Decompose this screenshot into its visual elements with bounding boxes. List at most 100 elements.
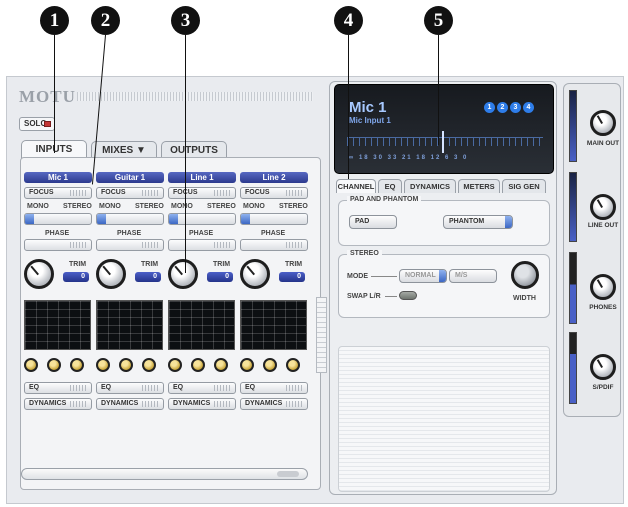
eq-knob-3[interactable] bbox=[142, 358, 156, 372]
mono-stereo-switch[interactable] bbox=[96, 213, 164, 225]
lcd-badge-2: 2 bbox=[497, 102, 508, 113]
focus-button[interactable]: FOCUS bbox=[240, 187, 308, 199]
callout-1: 1 bbox=[40, 6, 69, 35]
callout-4-leader bbox=[348, 35, 349, 179]
dynamics-label: DYNAMICS bbox=[245, 400, 283, 407]
spdif-knob[interactable] bbox=[590, 354, 616, 380]
line-out-knob[interactable] bbox=[590, 194, 616, 220]
focus-label: FOCUS bbox=[245, 189, 270, 196]
channel-name[interactable]: Line 1 bbox=[168, 172, 236, 183]
dynamics-button[interactable]: DYNAMICS bbox=[240, 398, 308, 410]
focus-button[interactable]: FOCUS bbox=[24, 187, 92, 199]
tab-meters[interactable]: METERS bbox=[458, 179, 500, 193]
swap-connector bbox=[385, 296, 397, 297]
channel-strip: Line 2 FOCUS MONO STEREO PHASE TRIM 0 EQ… bbox=[237, 158, 310, 491]
dynamics-button[interactable]: DYNAMICS bbox=[24, 398, 92, 410]
callout-5: 5 bbox=[424, 6, 453, 35]
eq-knob-1[interactable] bbox=[240, 358, 254, 372]
phantom-indicator bbox=[505, 216, 512, 228]
channel-name[interactable]: Guitar 1 bbox=[96, 172, 164, 183]
swap-lr-toggle[interactable] bbox=[399, 291, 417, 300]
phase-label: PHASE bbox=[189, 230, 214, 237]
swap-lr-label: SWAP L/R bbox=[347, 293, 381, 300]
normal-indicator bbox=[439, 270, 446, 282]
eq-button[interactable]: EQ bbox=[240, 382, 308, 394]
tab-dynamics[interactable]: DYNAMICS bbox=[404, 179, 456, 193]
trim-knob[interactable] bbox=[24, 259, 54, 289]
dynamics-button[interactable]: DYNAMICS bbox=[96, 398, 164, 410]
eq-knob-3[interactable] bbox=[214, 358, 228, 372]
callout-5-leader bbox=[438, 35, 439, 145]
tab-sig-gen[interactable]: SIG GEN bbox=[502, 179, 546, 193]
lcd-badge-1: 1 bbox=[484, 102, 495, 113]
channel-strip: Guitar 1 FOCUS MONO STEREO PHASE TRIM 0 … bbox=[93, 158, 166, 491]
eq-knob-2[interactable] bbox=[119, 358, 133, 372]
mono-stereo-switch[interactable] bbox=[24, 213, 92, 225]
main-out-knob[interactable] bbox=[590, 110, 616, 136]
dynamics-button[interactable]: DYNAMICS bbox=[168, 398, 236, 410]
trim-value: 0 bbox=[207, 272, 233, 282]
eq-knob-3[interactable] bbox=[70, 358, 84, 372]
stereo-label: STEREO bbox=[279, 203, 308, 210]
phase-button[interactable] bbox=[240, 239, 308, 251]
channel-strip: Mic 1 FOCUS MONO STEREO PHASE TRIM 0 EQ … bbox=[21, 158, 94, 491]
mode-normal-button[interactable]: NORMAL bbox=[399, 269, 447, 283]
mode-ms-button[interactable]: M/S bbox=[449, 269, 497, 283]
eq-knob-1[interactable] bbox=[96, 358, 110, 372]
stereo-label: STEREO bbox=[207, 203, 236, 210]
level-indicator-strip bbox=[316, 297, 327, 373]
trim-knob[interactable] bbox=[168, 259, 198, 289]
eq-knob-2[interactable] bbox=[47, 358, 61, 372]
channel-name[interactable]: Mic 1 bbox=[24, 172, 92, 183]
width-knob[interactable] bbox=[511, 261, 539, 289]
trim-knob[interactable] bbox=[240, 259, 270, 289]
eq-knob-1[interactable] bbox=[24, 358, 38, 372]
eq-button[interactable]: EQ bbox=[24, 382, 92, 394]
normal-label: NORMAL bbox=[405, 272, 436, 279]
pad-button[interactable]: PAD bbox=[349, 215, 397, 229]
callout-4: 4 bbox=[334, 6, 363, 35]
eq-label: EQ bbox=[173, 384, 184, 391]
eq-knob-2[interactable] bbox=[191, 358, 205, 372]
mono-label: MONO bbox=[27, 203, 49, 210]
trim-value: 0 bbox=[135, 272, 161, 282]
pad-phantom-title: PAD AND PHANTOM bbox=[347, 196, 422, 203]
tab-channel[interactable]: CHANNEL bbox=[336, 179, 376, 193]
eq-button[interactable]: EQ bbox=[168, 382, 236, 394]
channel-detail-panel: Mic 1 Mic Input 1 1 2 3 4 ∞ 18 30 33 21 … bbox=[329, 81, 557, 495]
header-divider bbox=[77, 92, 313, 101]
channel-name[interactable]: Line 2 bbox=[240, 172, 308, 183]
phantom-button[interactable]: PHANTOM bbox=[443, 215, 513, 229]
focus-button[interactable]: FOCUS bbox=[168, 187, 236, 199]
eq-label: EQ bbox=[101, 384, 112, 391]
eq-button[interactable]: EQ bbox=[96, 382, 164, 394]
eq-knob-1[interactable] bbox=[168, 358, 182, 372]
mono-stereo-switch[interactable] bbox=[168, 213, 236, 225]
dynamics-label: DYNAMICS bbox=[29, 400, 67, 407]
phase-button[interactable] bbox=[168, 239, 236, 251]
phase-button[interactable] bbox=[24, 239, 92, 251]
tab-eq[interactable]: EQ bbox=[378, 179, 402, 193]
lcd-input-name: Mic Input 1 bbox=[349, 116, 391, 125]
spdif-meter bbox=[569, 332, 577, 404]
mode-label: MODE bbox=[347, 273, 368, 280]
solo-button[interactable]: SOLO bbox=[19, 117, 55, 131]
trim-knob[interactable] bbox=[96, 259, 126, 289]
callout-2: 2 bbox=[91, 6, 120, 35]
mono-indicator bbox=[241, 214, 250, 224]
eq-knob-3[interactable] bbox=[286, 358, 300, 372]
input-mixer-panel: Mic 1 FOCUS MONO STEREO PHASE TRIM 0 EQ … bbox=[20, 157, 321, 490]
eq-knob-2[interactable] bbox=[263, 358, 277, 372]
focus-button[interactable]: FOCUS bbox=[96, 187, 164, 199]
phones-knob[interactable] bbox=[590, 274, 616, 300]
phantom-label: PHANTOM bbox=[449, 218, 485, 225]
stereo-group: STEREO MODE NORMAL M/S SWAP L/R WIDTH bbox=[338, 250, 550, 318]
spdif-label: S/PDIF bbox=[592, 384, 614, 391]
mono-label: MONO bbox=[171, 203, 193, 210]
mono-indicator bbox=[169, 214, 178, 224]
focus-label: FOCUS bbox=[101, 189, 126, 196]
solo-led-icon bbox=[44, 121, 51, 127]
horizontal-scrollbar[interactable] bbox=[21, 468, 308, 480]
phase-button[interactable] bbox=[96, 239, 164, 251]
mono-stereo-switch[interactable] bbox=[240, 213, 308, 225]
